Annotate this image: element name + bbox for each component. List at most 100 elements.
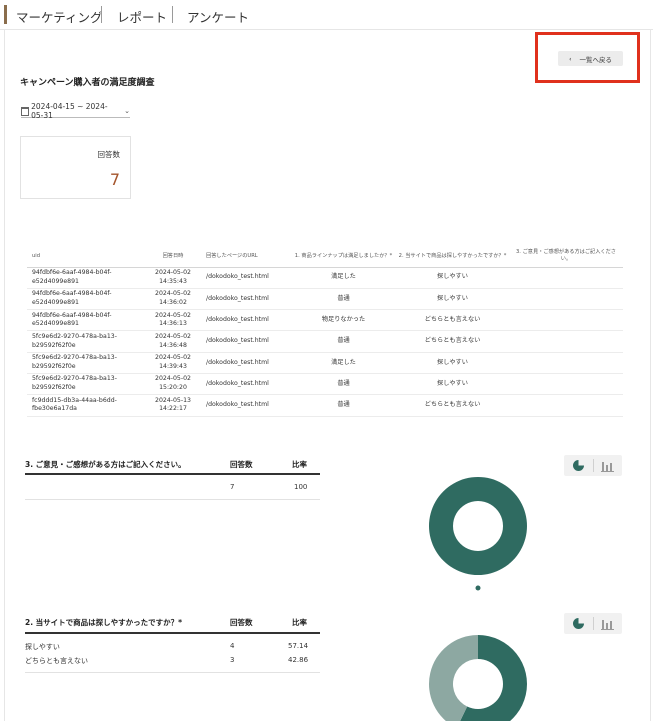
response-count-value: 7: [109, 170, 120, 189]
q2-row-count: 4: [230, 642, 235, 650]
cell-datetime: 2024-05-02 14:35:43: [145, 267, 201, 289]
cell-q3: [509, 288, 623, 311]
date-range-picker[interactable]: 2024-04-15 ~ 2024-05-31 ⌄: [21, 102, 130, 120]
table-row: 5fc9e6d2-9270-478a-ba13- b29592f62f0e 2024…: [27, 373, 623, 396]
cell-url-text: /dokodoko_test.html: [206, 315, 269, 323]
cell-uid-text: 94fdbf6e-6aaf-4984-b04f-: [32, 268, 112, 276]
cell-uid: 94fdbf6e-6aaf-4984-b04f-e52d4099e891: [27, 267, 145, 289]
back-to-list-label: 一覧へ戻る: [579, 55, 613, 64]
response-count-card: 回答数 7: [20, 136, 131, 199]
cell-q2: 探しやすい: [396, 373, 509, 396]
cell-q1: 普通: [291, 394, 396, 417]
cell-q2: 探しやすい: [396, 352, 509, 374]
cell-url: /dokodoko_test.html: [201, 352, 291, 374]
tab-survey[interactable]: アンケート: [187, 7, 249, 26]
cell-url: /dokodoko_test.html: [201, 373, 291, 396]
cell-uid-text: fbe30e6a17da: [32, 405, 77, 413]
cell-datetime-text: 2024-05-13: [155, 396, 191, 404]
table-row: 94fdbf6e-6aaf-4984-b04f-e52d4099e891 2024…: [27, 267, 623, 289]
cell-url: /dokodoko_test.html: [201, 309, 291, 332]
bar-chart-icon: [601, 620, 615, 630]
tab-report[interactable]: レポート: [117, 7, 167, 26]
cell-q1: 物足りなかった: [291, 309, 396, 332]
q2-row-ratio: 57.14: [288, 642, 309, 650]
cell-uid: 5fc9e6d2-9270-478a-ba13- b29592f62f0e: [27, 330, 145, 353]
page-title: キャンペーン購入者の満足度調査: [20, 78, 155, 88]
q3-col-count: 回答数: [230, 460, 253, 469]
tab-marketing[interactable]: マーケティング: [16, 7, 103, 26]
cell-url-text: /dokodoko_test.html: [206, 358, 269, 366]
col-header-q2: 2. 当サイトで商品は探しやすかったですか？*: [396, 246, 509, 268]
cell-url-text: /dokodoko_test.html: [206, 294, 269, 302]
cell-q2: どちらとも言えない: [396, 394, 509, 417]
pie-chart-icon: [572, 617, 585, 629]
cell-uid: 5fc9e6d2-9270-478a-ba13- b29592f62f0e: [27, 352, 145, 374]
q2-chart-toggle: [564, 613, 622, 634]
cell-datetime-text: 2024-05-02: [155, 268, 191, 276]
q3-row-count: 7: [230, 483, 235, 491]
cell-datetime-text: 14:35:43: [159, 277, 187, 285]
col-header-url: 回答したページのURL: [201, 246, 291, 268]
back-to-list-button[interactable]: ‹ 一覧へ戻る: [558, 51, 623, 66]
cell-q2-text: 探しやすい: [437, 379, 468, 387]
q3-bar-chart-button[interactable]: [594, 455, 623, 476]
cell-q1-text: 普通: [337, 337, 350, 345]
cell-q3: [509, 373, 623, 396]
q3-pie-chart-button[interactable]: [564, 455, 593, 476]
cell-uid-text: b29592f62f0e: [32, 384, 76, 392]
cell-q2-text: 探しやすい: [437, 358, 468, 366]
nav-separator: [172, 6, 173, 23]
cell-q2: どちらとも言えない: [396, 330, 509, 353]
cell-url-text: /dokodoko_test.html: [206, 401, 269, 409]
cell-datetime: 2024-05-02 14:36:48: [145, 330, 201, 353]
table-row: 5fc9e6d2-9270-478a-ba13- b29592f62f0e 2024…: [27, 330, 623, 353]
q3-header-rule: [25, 473, 320, 475]
cell-q2-text: どちらとも言えない: [424, 401, 481, 409]
cell-q2-text: 探しやすい: [437, 273, 468, 281]
pie-chart-icon: [572, 459, 585, 471]
bar-chart-icon: [601, 462, 615, 472]
q3-title: 3. ご意見・ご感想がある方はご記入ください。: [25, 460, 186, 469]
col-header-datetime: 回答日時: [145, 246, 201, 268]
table-row: fc9ddd15-db3a-44aa-b6dd-fbe30e6a17da 2024…: [27, 394, 623, 417]
q2-row-label: 探しやすい: [25, 643, 60, 651]
cell-q3: [509, 330, 623, 353]
responses-table: uid 回答日時 回答したページのURL 1. 商品ラインナップは満足しましたか…: [27, 246, 623, 417]
cell-uid-text: 5fc9e6d2-9270-478a-ba13-: [32, 332, 117, 340]
q2-bar-chart-button[interactable]: [594, 613, 623, 634]
q2-row-label: どちらとも言えない: [25, 657, 88, 665]
cell-datetime-text: 14:36:13: [159, 320, 187, 328]
cell-uid-text: 94fdbf6e-6aaf-4984-b04f-: [32, 290, 112, 298]
response-count-label: 回答数: [97, 150, 121, 159]
cell-datetime: 2024-05-02 14:39:43: [145, 352, 201, 374]
q2-row-count: 3: [230, 656, 235, 664]
col-header-uid: uid: [27, 246, 145, 268]
cell-q1-text: 普通: [337, 379, 350, 387]
cell-url: /dokodoko_test.html: [201, 288, 291, 311]
col-header-q3: 3. ご意見・ご感想がある方はご記入ください。: [509, 246, 623, 268]
cell-datetime-text: 14:39:43: [159, 362, 187, 370]
cell-q1: 普通: [291, 330, 396, 353]
cell-q1-text: 普通: [337, 294, 350, 302]
cell-url: /dokodoko_test.html: [201, 394, 291, 417]
cell-url-text: /dokodoko_test.html: [206, 337, 269, 345]
q2-row-ratio: 42.86: [288, 656, 309, 664]
q3-chart-toggle: [564, 455, 622, 476]
cell-q3: [509, 352, 623, 374]
cell-datetime: 2024-05-02 15:20:20: [145, 373, 201, 396]
q2-col-count: 回答数: [230, 618, 253, 627]
legend-dot: [475, 585, 481, 591]
cell-q2: 探しやすい: [396, 267, 509, 289]
q3-row-ratio: 100: [294, 483, 308, 491]
cell-datetime-text: 14:36:02: [159, 298, 187, 306]
cell-uid: 94fdbf6e-6aaf-4984-b04f-e52d4099e891: [27, 309, 145, 332]
top-nav: マーケティング レポート アンケート: [0, 0, 653, 30]
cell-url-text: /dokodoko_test.html: [206, 379, 269, 387]
cell-q2: 探しやすい: [396, 288, 509, 311]
q2-pie-chart-button[interactable]: [564, 613, 593, 634]
table-row: 94fdbf6e-6aaf-4984-b04f-e52d4099e891 2024…: [27, 309, 623, 332]
cell-datetime: 2024-05-02 14:36:02: [145, 288, 201, 311]
cell-q1-text: 物足りなかった: [321, 315, 366, 323]
cell-q1: 普通: [291, 288, 396, 311]
cell-uid-text: 94fdbf6e-6aaf-4984-b04f-: [32, 311, 112, 319]
